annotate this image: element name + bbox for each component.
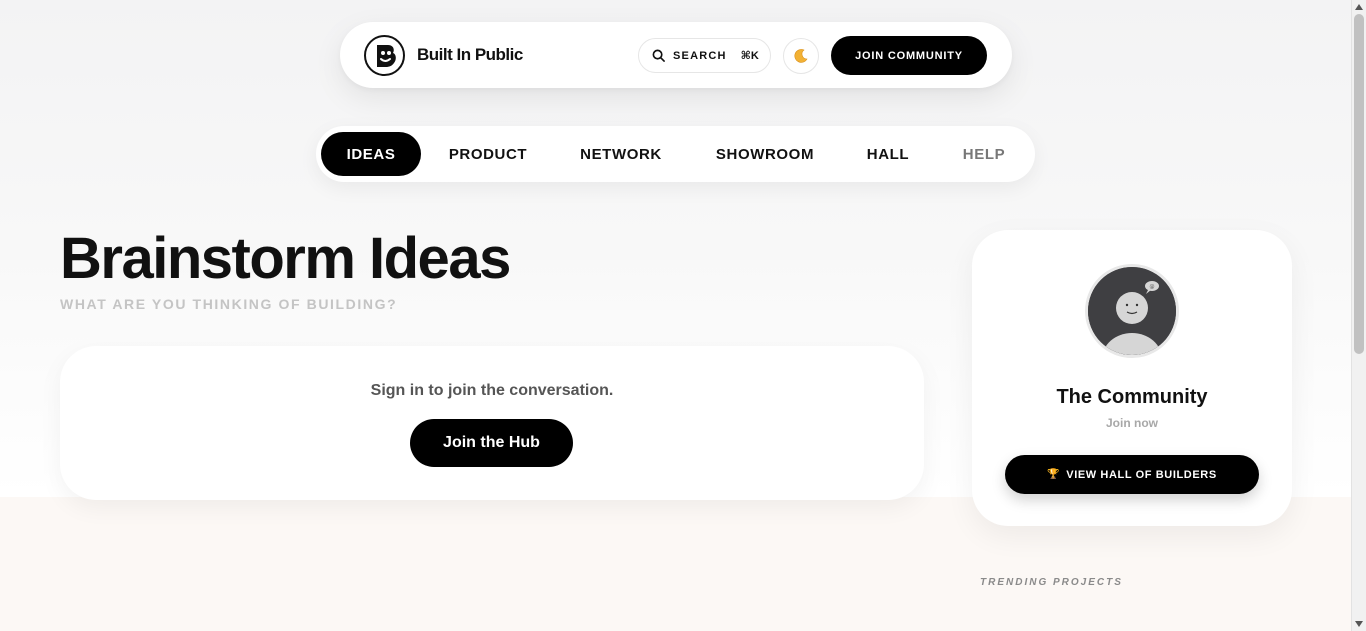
view-hall-button[interactable]: 🏆 VIEW HALL OF BUILDERS [1005, 455, 1259, 494]
community-join-link[interactable]: Join now [972, 416, 1292, 430]
search-icon [652, 49, 665, 62]
community-card: @ The Community Join now 🏆 VIEW HALL OF … [972, 230, 1292, 526]
top-bar: Built In Public SEARCH ⌘K JOIN COMMUNITY [340, 22, 1012, 88]
trending-projects-heading: TRENDING PROJECTS [980, 577, 1123, 588]
moon-icon [794, 49, 808, 63]
signin-card: Sign in to join the conversation. Join t… [60, 346, 924, 500]
search-shortcut: ⌘K [740, 50, 759, 62]
tab-ideas[interactable]: IDEAS [321, 132, 421, 176]
avatar: @ [1085, 264, 1179, 358]
view-hall-label: VIEW HALL OF BUILDERS [1066, 468, 1217, 481]
page-subtitle: WHAT ARE YOU THINKING OF BUILDING? [60, 296, 398, 312]
scroll-thumb[interactable] [1354, 14, 1364, 354]
tab-showroom[interactable]: SHOWROOM [704, 132, 826, 176]
trophy-icon: 🏆 [1047, 469, 1061, 480]
scroll-up-icon[interactable] [1355, 4, 1363, 10]
logo-icon[interactable] [364, 35, 405, 76]
community-avatar-icon: @ [1088, 267, 1176, 355]
main-nav: IDEAS PRODUCT NETWORK SHOWROOM HALL HELP [316, 126, 1035, 182]
community-name: The Community [1056, 386, 1208, 408]
svg-text:@: @ [1150, 284, 1155, 290]
signin-prompt: Sign in to join the conversation. [370, 382, 614, 399]
tab-hall[interactable]: HALL [856, 132, 920, 176]
brand-name[interactable]: Built In Public [417, 45, 523, 65]
scrollbar[interactable] [1351, 0, 1366, 631]
search-label: SEARCH [673, 49, 727, 62]
search-button[interactable]: SEARCH ⌘K [638, 38, 771, 73]
tab-help[interactable]: HELP [950, 132, 1018, 176]
theme-toggle-button[interactable] [783, 38, 819, 74]
page-title: Brainstorm Ideas [60, 226, 511, 291]
join-hub-button[interactable]: Join the Hub [410, 419, 573, 467]
scroll-down-icon[interactable] [1355, 621, 1363, 627]
join-community-button[interactable]: JOIN COMMUNITY [831, 36, 987, 75]
tab-product[interactable]: PRODUCT [436, 132, 540, 176]
tab-network[interactable]: NETWORK [570, 132, 672, 176]
